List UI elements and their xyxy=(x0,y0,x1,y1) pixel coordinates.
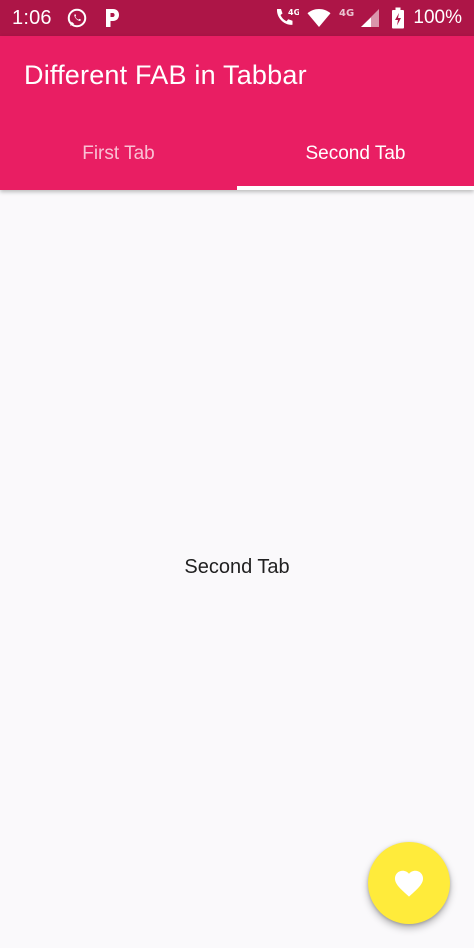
tab-first-label: First Tab xyxy=(82,143,155,164)
status-bar: 1:06 4G 4G 100% xyxy=(0,0,474,36)
status-right-group: 4G 4G 100% xyxy=(273,6,462,30)
tab-first[interactable]: First Tab xyxy=(0,118,237,190)
tab-bar: First Tab Second Tab xyxy=(0,118,474,190)
favorite-fab-button[interactable] xyxy=(368,842,450,924)
tab-content: Second Tab xyxy=(0,190,474,948)
content-text: Second Tab xyxy=(184,556,290,578)
wifi-icon xyxy=(307,8,331,28)
battery-percentage: 100% xyxy=(413,7,462,28)
battery-charging-icon xyxy=(391,7,405,29)
page-title: Different FAB in Tabbar xyxy=(24,60,307,90)
wifi-calling-icon: 4G xyxy=(273,6,299,30)
status-time: 1:06 xyxy=(12,6,52,29)
tab-second[interactable]: Second Tab xyxy=(237,118,474,190)
app-bar: Different FAB in Tabbar First Tab Second… xyxy=(0,36,474,190)
network-label-secondary: 4G xyxy=(339,8,354,19)
signal-icon: 4G xyxy=(339,7,383,29)
status-left-group: 1:06 xyxy=(12,7,122,30)
tab-second-label: Second Tab xyxy=(305,143,406,164)
p-app-icon xyxy=(102,7,122,29)
network-label-primary: 4G xyxy=(288,8,299,17)
tab-indicator xyxy=(237,186,474,190)
whatsapp-icon xyxy=(66,7,88,29)
heart-icon xyxy=(392,868,426,898)
